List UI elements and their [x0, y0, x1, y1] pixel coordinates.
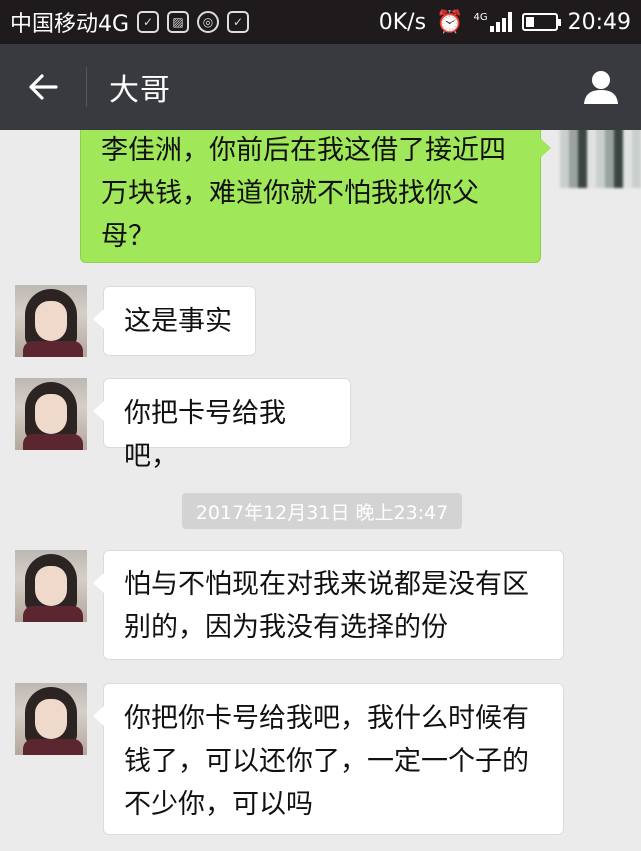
battery-icon [521, 13, 561, 31]
title-bar: 大哥 [0, 44, 641, 130]
image-notification-icon: ▨ [167, 11, 190, 33]
person-icon [584, 71, 618, 104]
alarm-icon: ⏰ [436, 9, 464, 35]
title-divider [86, 67, 87, 107]
clock: 20:49 [567, 9, 631, 35]
signal-icon: 4G [473, 12, 512, 32]
network-type: 4G [473, 12, 488, 23]
message-bubble-received[interactable]: 怕与不怕现在对我来说都是没有区 别的，因为我没有选择的份 [93, 550, 564, 660]
network-speed: 0K/s [378, 9, 427, 35]
app-notification-icon: ◎ [197, 11, 220, 33]
back-arrow-icon [29, 74, 58, 100]
back-button[interactable] [0, 44, 86, 130]
wechat-notification-icon: ✓ [137, 11, 160, 33]
contact-avatar[interactable] [15, 378, 87, 450]
contact-avatar[interactable] [15, 550, 87, 622]
message-line: 不少你，可以吗 [124, 789, 313, 820]
profile-button[interactable] [561, 44, 641, 130]
message-bubble-received[interactable]: 这是事实 [93, 286, 256, 356]
status-bar: 中国移动4G ✓ ▨ ◎ ✓ 0K/s ⏰ 4G 20:49 [0, 0, 641, 44]
chat-title: 大哥 [109, 73, 171, 108]
message-line: 怕与不怕现在对我来说都是没有区 [124, 569, 529, 600]
message-line: 别的，因为我没有选择的份 [124, 612, 448, 643]
contact-avatar[interactable] [15, 683, 87, 755]
message-line: 这是事实 [124, 306, 232, 337]
message-bubble-sent[interactable]: 李佳洲，你前后在我这借了接近四 万块钱，难道你就不怕我找你父 母？ [80, 115, 551, 263]
message-line: 你把你卡号给我吧，我什么时候有 [124, 703, 529, 734]
message-line: 你把卡号给我吧， [124, 398, 286, 472]
message-line: 母？ [101, 221, 155, 252]
carrier-label: 中国移动4G [10, 12, 130, 37]
wechat-notification-icon: ✓ [227, 11, 250, 33]
message-bubble-received[interactable]: 你把你卡号给我吧，我什么时候有 钱了，可以还你了，一定一个子的 不少你，可以吗 [93, 683, 564, 835]
timestamp: 2017年12月31日 晚上23:47 [182, 493, 462, 529]
contact-avatar[interactable] [15, 285, 87, 357]
message-line: 李佳洲，你前后在我这借了接近四 [101, 135, 506, 166]
message-line: 钱了，可以还你了，一定一个子的 [124, 746, 529, 777]
message-bubble-received[interactable]: 你把卡号给我吧， [93, 378, 351, 472]
message-line: 万块钱，难道你就不怕我找你父 [101, 178, 479, 209]
